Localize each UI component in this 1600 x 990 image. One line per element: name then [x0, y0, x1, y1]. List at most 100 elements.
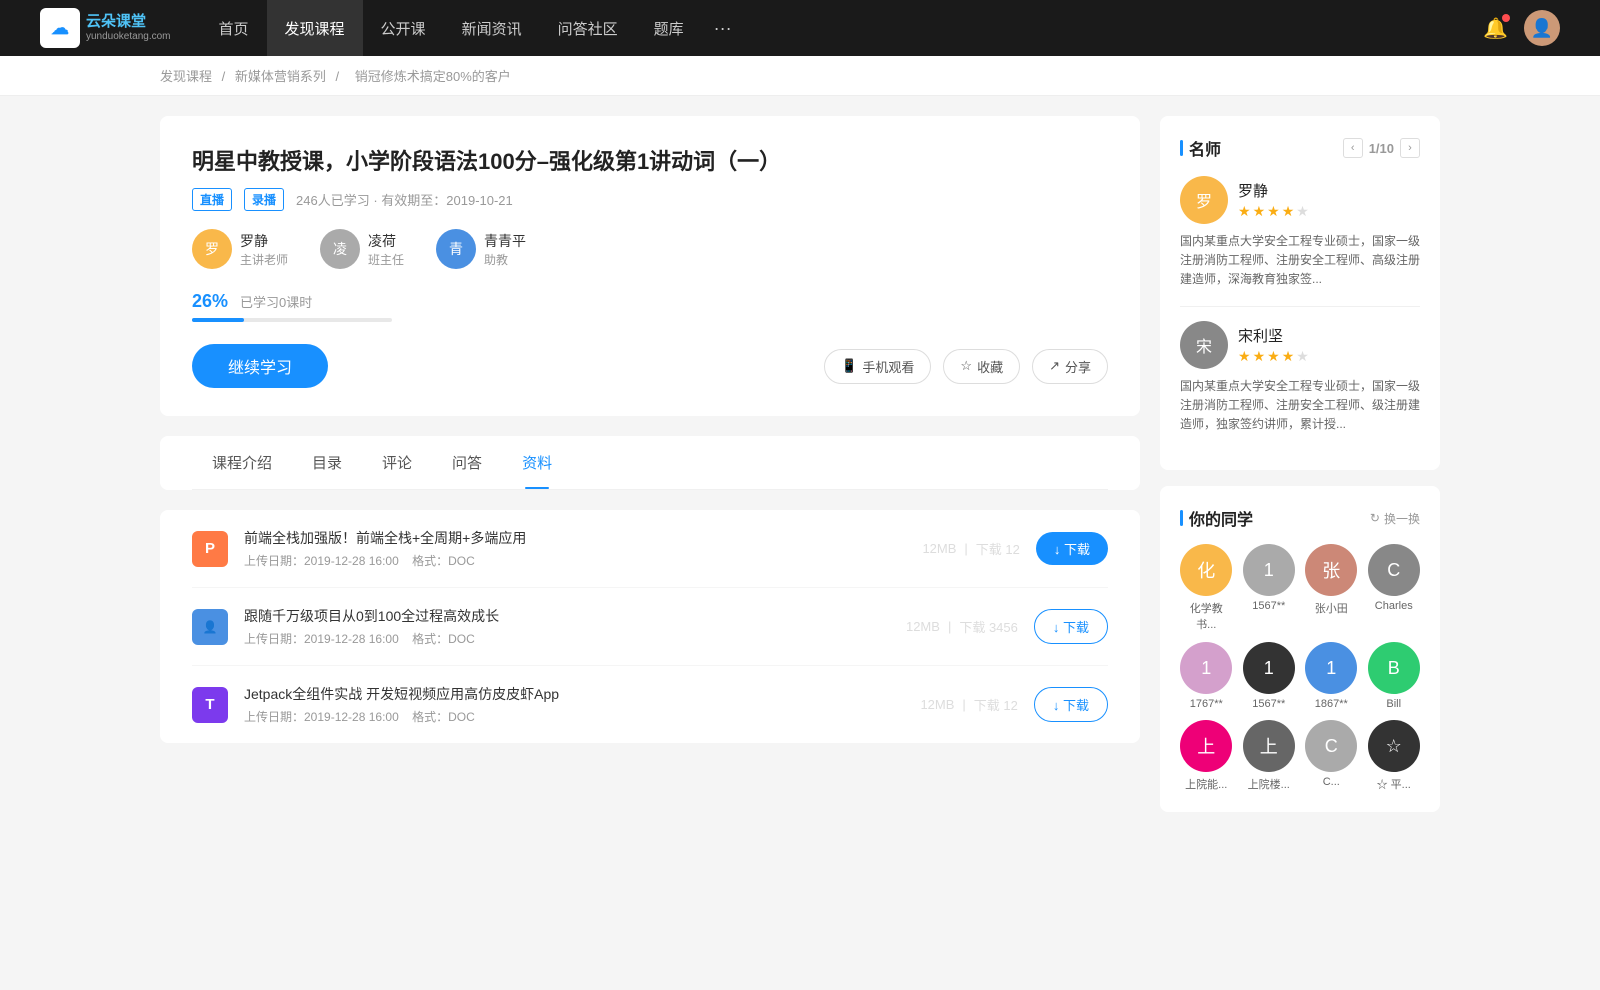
teacher-2-info: 凌荷 班主任 [368, 231, 404, 268]
classmate-4: C Charles [1368, 544, 1421, 632]
sidebar: 名师 ‹ 1/10 › 罗 罗静 ★ ★ ★ [1160, 116, 1440, 970]
refresh-classmates-button[interactable]: ↻ 换一换 [1370, 510, 1420, 527]
classmate-11-name: C... [1323, 776, 1340, 788]
classmate-2-name: 1567** [1252, 600, 1285, 612]
notification-bell[interactable]: 🔔 [1483, 16, 1508, 41]
nav-home[interactable]: 首页 [201, 0, 267, 56]
resource-item-1: P 前端全栈加强版！前端全栈+全周期+多端应用 上传日期：2019-12-28 … [192, 510, 1108, 588]
progress-label: 已学习0课时 [240, 292, 312, 311]
classmates-title-bar [1180, 510, 1183, 526]
sidebar-teacher-1-stars: ★ ★ ★ ★ ★ [1238, 203, 1309, 220]
share-button[interactable]: ↗ 分享 [1032, 349, 1108, 384]
sidebar-teacher-1-info: 罗静 ★ ★ ★ ★ ★ [1238, 180, 1309, 220]
classmate-8: B Bill [1368, 642, 1421, 710]
tab-comment[interactable]: 评论 [362, 436, 432, 489]
teachers-prev-button[interactable]: ‹ [1343, 138, 1363, 158]
teacher-3-name: 青青平 [484, 231, 526, 251]
logo[interactable]: ☁ 云朵课堂 yunduoketang.com [40, 8, 171, 48]
tab-catalog[interactable]: 目录 [292, 436, 362, 489]
resource-3-download-button[interactable]: ↓ 下载 [1034, 687, 1108, 722]
classmate-5: 1 1767** [1180, 642, 1233, 710]
resource-3-name: Jetpack全组件实战 开发短视频应用高仿皮皮虾App [244, 684, 904, 704]
classmate-3-name: 张小田 [1315, 600, 1348, 616]
continue-study-button[interactable]: 继续学习 [192, 344, 328, 388]
course-tabs: 课程介绍 目录 评论 问答 资料 [192, 436, 1108, 490]
teachers-section: 罗 罗静 主讲老师 凌 凌荷 班主任 青 青青平 [192, 229, 1108, 269]
resource-1-download-button[interactable]: ↓ 下载 [1036, 532, 1108, 565]
classmate-8-name: Bill [1386, 698, 1401, 710]
sidebar-teacher-2-stars: ★ ★ ★ ★ ★ [1238, 348, 1309, 365]
teacher-3-info: 青青平 助教 [484, 231, 526, 268]
course-title: 明星中教授课，小学阶段语法100分–强化级第1讲动词（一） [192, 144, 1108, 176]
teacher-1-info: 罗静 主讲老师 [240, 231, 288, 268]
classmate-2-avatar: 1 [1243, 544, 1295, 596]
course-meta: 直播 录播 246人已学习 · 有效期至：2019-10-21 [192, 188, 1108, 211]
main-content: 明星中教授课，小学阶段语法100分–强化级第1讲动词（一） 直播 录播 246人… [160, 116, 1140, 970]
sidebar-teacher-1-name: 罗静 [1238, 180, 1309, 201]
mobile-icon: 📱 [841, 358, 857, 374]
classmate-1: 化 化学教书... [1180, 544, 1233, 632]
classmate-9-name: 上院能... [1185, 776, 1227, 792]
breadcrumb-item-2[interactable]: 新媒体营销系列 [235, 69, 326, 84]
classmate-7: 1 1867** [1305, 642, 1358, 710]
main-nav: 首页 发现课程 公开课 新闻资讯 问答社区 题库 ··· [201, 0, 744, 56]
resource-3-meta: 上传日期：2019-12-28 16:00 格式：DOC [244, 708, 904, 725]
sidebar-teacher-2-header: 宋 宋利坚 ★ ★ ★ ★ ★ [1180, 321, 1420, 369]
classmates-card: 你的同学 ↻ 换一换 化 化学教书... 1 1567** 张 张小 [1160, 486, 1440, 812]
nav-qa[interactable]: 问答社区 [540, 0, 636, 56]
teacher-2-name: 凌荷 [368, 231, 404, 251]
resource-1-meta: 上传日期：2019-12-28 16:00 格式：DOC [244, 552, 906, 569]
nav-quiz[interactable]: 题库 [636, 0, 702, 56]
notification-dot [1502, 14, 1510, 22]
mobile-view-button[interactable]: 📱 手机观看 [824, 349, 931, 384]
resource-1-name: 前端全栈加强版！前端全栈+全周期+多端应用 [244, 528, 906, 548]
resource-3-icon: T [192, 687, 228, 723]
resource-2-icon: 👤 [192, 609, 228, 645]
teacher-divider [1180, 306, 1420, 307]
classmates-grid: 化 化学教书... 1 1567** 张 张小田 C Charles 1 1 [1180, 544, 1420, 792]
teacher-1-role: 主讲老师 [240, 251, 288, 268]
classmate-12-name: ☆ 平... [1377, 776, 1411, 792]
resource-item-2: 👤 跟随千万级项目从0到100全过程高效成长 上传日期：2019-12-28 1… [192, 588, 1108, 666]
resource-item-3: T Jetpack全组件实战 开发短视频应用高仿皮皮虾App 上传日期：2019… [192, 666, 1108, 743]
badge-record: 录播 [244, 188, 284, 211]
nav-news[interactable]: 新闻资讯 [444, 0, 540, 56]
collect-button[interactable]: ☆ 收藏 [943, 349, 1020, 384]
teachers-sidebar-card: 名师 ‹ 1/10 › 罗 罗静 ★ ★ ★ [1160, 116, 1440, 470]
resource-2-download-button[interactable]: ↓ 下载 [1034, 609, 1108, 644]
progress-percent: 26% [192, 291, 228, 312]
nav-discover[interactable]: 发现课程 [267, 0, 363, 56]
tab-qa[interactable]: 问答 [432, 436, 502, 489]
classmate-10: 上 上院楼... [1243, 720, 1296, 792]
resource-1-info: 前端全栈加强版！前端全栈+全周期+多端应用 上传日期：2019-12-28 16… [244, 528, 906, 569]
teacher-1: 罗 罗静 主讲老师 [192, 229, 288, 269]
nav-open-course[interactable]: 公开课 [363, 0, 444, 56]
user-avatar[interactable]: 👤 [1524, 10, 1560, 46]
sidebar-teacher-2: 宋 宋利坚 ★ ★ ★ ★ ★ 国内某重点大学安全工程专业硕士，国家一级注册消防… [1180, 321, 1420, 435]
action-buttons: 📱 手机观看 ☆ 收藏 ↗ 分享 [824, 349, 1108, 384]
classmate-4-name: Charles [1375, 600, 1413, 612]
sidebar-teacher-2-info: 宋利坚 ★ ★ ★ ★ ★ [1238, 325, 1309, 365]
share-icon: ↗ [1049, 358, 1060, 374]
resource-2-info: 跟随千万级项目从0到100全过程高效成长 上传日期：2019-12-28 16:… [244, 606, 890, 647]
breadcrumb-item-1[interactable]: 发现课程 [160, 69, 212, 84]
classmate-3-avatar: 张 [1305, 544, 1357, 596]
sidebar-teacher-2-avatar: 宋 [1180, 321, 1228, 369]
teachers-next-button[interactable]: › [1400, 138, 1420, 158]
teacher-3: 青 青青平 助教 [436, 229, 526, 269]
teacher-2: 凌 凌荷 班主任 [320, 229, 404, 269]
resource-2-stats: 12MB | 下载 3456 [906, 617, 1018, 636]
classmate-6: 1 1567** [1243, 642, 1296, 710]
resource-2-meta: 上传日期：2019-12-28 16:00 格式：DOC [244, 630, 890, 647]
tabs-section: 课程介绍 目录 评论 问答 资料 [160, 436, 1140, 490]
logo-icon: ☁ [40, 8, 80, 48]
tab-intro[interactable]: 课程介绍 [192, 436, 292, 489]
header-right: 🔔 👤 [1483, 10, 1560, 46]
classmate-12-avatar: ☆ [1368, 720, 1420, 772]
teacher-3-avatar: 青 [436, 229, 476, 269]
classmate-11: C C... [1305, 720, 1358, 792]
progress-bar-fill [192, 318, 244, 322]
course-card: 明星中教授课，小学阶段语法100分–强化级第1讲动词（一） 直播 录播 246人… [160, 116, 1140, 416]
nav-more[interactable]: ··· [702, 0, 744, 56]
tab-resources[interactable]: 资料 [502, 436, 572, 489]
